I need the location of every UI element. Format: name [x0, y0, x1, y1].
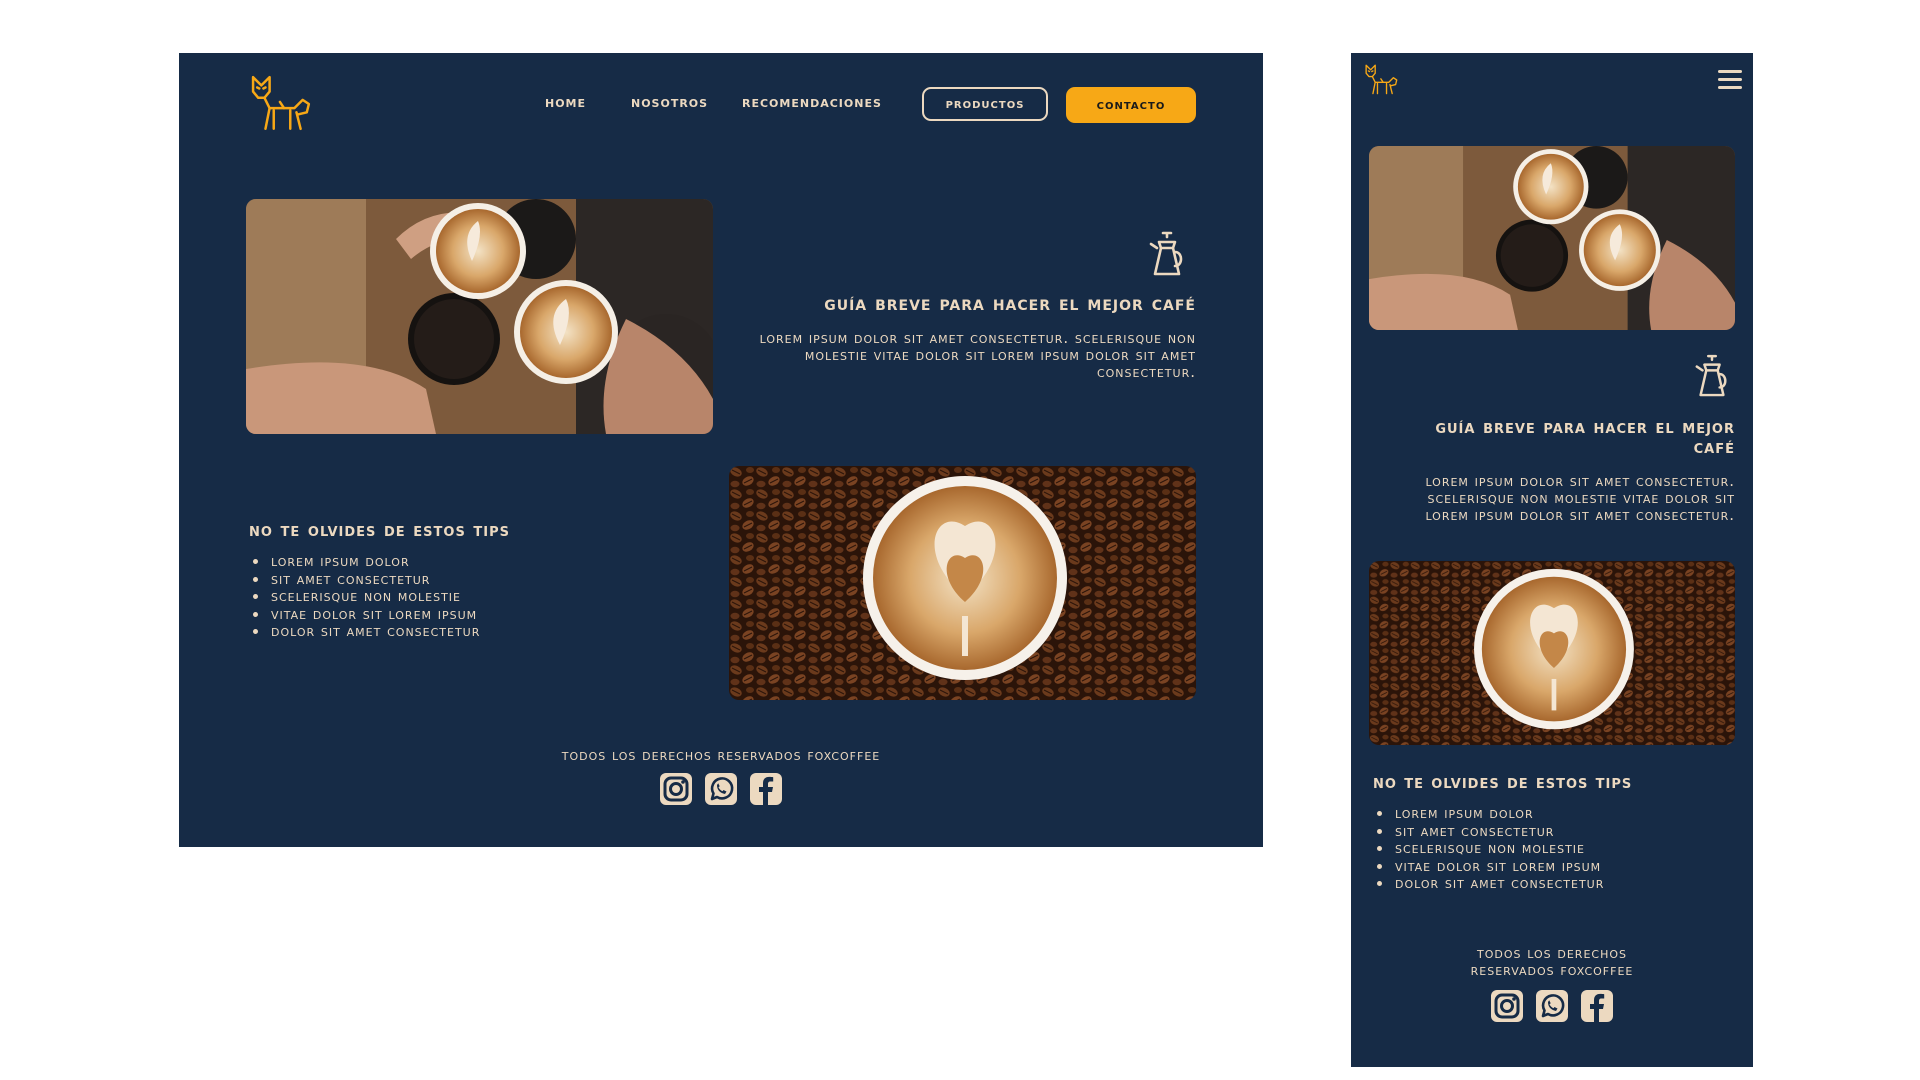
whatsapp-icon[interactable]: [704, 772, 738, 806]
latte-art-on-beans-photo: [1369, 561, 1735, 745]
list-item: Scelerisque non molestie: [269, 587, 480, 606]
footer-copyright: Todos los derechos reservados FoxCoffee: [1470, 944, 1634, 979]
tips-title: No te olvides de estos tips: [249, 519, 511, 541]
nav-nosotros[interactable]: nosotros: [631, 95, 708, 110]
fox-logo-icon[interactable]: [247, 73, 317, 135]
coffee-pot-icon: [1693, 353, 1731, 401]
social-links: [1490, 989, 1614, 1023]
coffee-pot-icon: [1147, 230, 1187, 280]
list-item: vitae dolor sit Lorem ipsum: [269, 605, 480, 624]
list-item: dolor sit amet consectetur: [269, 622, 480, 641]
tips-list: Lorem ipsum dolor sit amet consectetur S…: [249, 552, 480, 641]
list-item: vitae dolor sit Lorem ipsum: [1393, 857, 1604, 876]
facebook-icon[interactable]: [749, 772, 783, 806]
desktop-mockup: home nosotros recomendaciones productos …: [179, 53, 1263, 847]
guide-title: Guía breve para hacer el mejor café: [1435, 416, 1735, 458]
coffee-cups-cheers-photo: [246, 199, 713, 434]
guide-text: Lorem ipsum dolor sit amet consectetur. …: [1425, 472, 1735, 524]
guide-title: Guía breve para hacer el mejor café: [824, 291, 1196, 315]
instagram-icon[interactable]: [1490, 989, 1524, 1023]
hamburger-menu-icon[interactable]: [1718, 70, 1742, 90]
instagram-icon[interactable]: [659, 772, 693, 806]
contacto-button[interactable]: contacto: [1066, 87, 1196, 123]
list-item: Scelerisque non molestie: [1393, 839, 1604, 858]
tips-title: No te olvides de estos tips: [1373, 772, 1633, 793]
footer-copyright: Todos los derechos reservados FoxCoffee: [561, 746, 881, 764]
nav-recomendaciones[interactable]: recomendaciones: [742, 95, 882, 110]
list-item: dolor sit amet consectetur: [1393, 874, 1604, 893]
tips-list: Lorem ipsum dolor sit amet consectetur S…: [1373, 804, 1604, 893]
nav-home[interactable]: home: [545, 95, 586, 110]
list-item: sit amet consectetur: [269, 570, 480, 589]
fox-logo-icon[interactable]: [1363, 63, 1401, 97]
list-item: sit amet consectetur: [1393, 822, 1604, 841]
latte-art-on-beans-photo: [729, 466, 1196, 700]
productos-button[interactable]: productos: [922, 87, 1048, 121]
list-item: Lorem ipsum dolor: [1393, 804, 1604, 823]
list-item: Lorem ipsum dolor: [269, 552, 480, 571]
whatsapp-icon[interactable]: [1535, 989, 1569, 1023]
facebook-icon[interactable]: [1580, 989, 1614, 1023]
guide-text: Lorem ipsum dolor sit amet consectetur. …: [759, 329, 1196, 381]
coffee-cups-cheers-photo: [1369, 146, 1735, 330]
mobile-mockup: Guía breve para hacer el mejor café Lore…: [1351, 53, 1753, 1067]
social-links: [659, 772, 783, 806]
